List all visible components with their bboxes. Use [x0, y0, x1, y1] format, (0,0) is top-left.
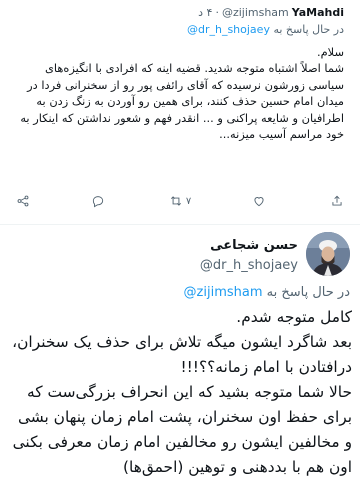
- share-upload-button[interactable]: [330, 194, 344, 208]
- quoted-tweet-text: شما اصلاً اشتباه متوجه شدید. قضیه اینه ک…: [20, 61, 344, 142]
- quoted-tweet-replying-to: در حال پاسخ به @dr_h_shojaey: [187, 23, 344, 36]
- retweet-button[interactable]: ۷: [169, 194, 191, 208]
- main-tweet-replying-to: در حال پاسخ به @zijimsham: [184, 285, 350, 300]
- retweet-count: ۷: [185, 195, 192, 207]
- main-tweet-display-name[interactable]: حسن شجاعی: [210, 238, 298, 253]
- like-button[interactable]: [252, 194, 269, 208]
- quoted-tweet-display-name[interactable]: YaMahdi: [292, 6, 344, 19]
- main-tweet-handle[interactable]: @dr_h_shojaey: [200, 258, 298, 273]
- replying-prefix: در حال پاسخ به: [273, 23, 344, 36]
- replying-to-handle-link[interactable]: @zijimsham: [184, 285, 263, 300]
- main-tweet-body: کامل متوجه شدم. بعد شاگرد ایشون میگه تلا…: [6, 305, 352, 480]
- retweet-icon: [170, 196, 181, 206]
- tweet-divider: [0, 224, 360, 225]
- upload-icon: [332, 195, 342, 206]
- share-icon: [17, 195, 29, 207]
- avatar[interactable]: [306, 232, 350, 276]
- quoted-tweet-actions: ۷: [16, 192, 344, 210]
- quoted-tweet-card[interactable]: YaMahdi @zijimsham · ۴ د در حال پاسخ به …: [6, 0, 354, 226]
- replying-prefix: در حال پاسخ به: [266, 285, 350, 300]
- main-tweet-line-2: بعد شاگرد ایشون میگه تلاش برای حذف یک سخ…: [12, 333, 352, 376]
- heart-icon: [254, 197, 264, 207]
- avatar-image: [306, 232, 350, 276]
- replying-to-handle-link[interactable]: @dr_h_shojaey: [187, 23, 270, 36]
- reply-button[interactable]: [91, 194, 108, 208]
- main-tweet-line-3: حالا شما متوجه بشید که این انحراف بزرگی‌…: [12, 383, 352, 476]
- quoted-tweet-time[interactable]: ۴ د: [198, 6, 212, 19]
- reply-icon: [92, 196, 104, 208]
- main-tweet-line-1: کامل متوجه شدم.: [236, 308, 352, 326]
- share-button[interactable]: [16, 194, 30, 208]
- header-separator: ·: [215, 5, 219, 19]
- quoted-tweet-handle[interactable]: @zijimsham: [222, 6, 289, 19]
- quoted-tweet-greeting: سلام.: [316, 45, 344, 59]
- quoted-tweet-header: YaMahdi @zijimsham · ۴ د: [198, 4, 344, 20]
- quoted-tweet-body: سلام. شما اصلاً اشتباه متوجه شدید. قضیه …: [18, 44, 344, 142]
